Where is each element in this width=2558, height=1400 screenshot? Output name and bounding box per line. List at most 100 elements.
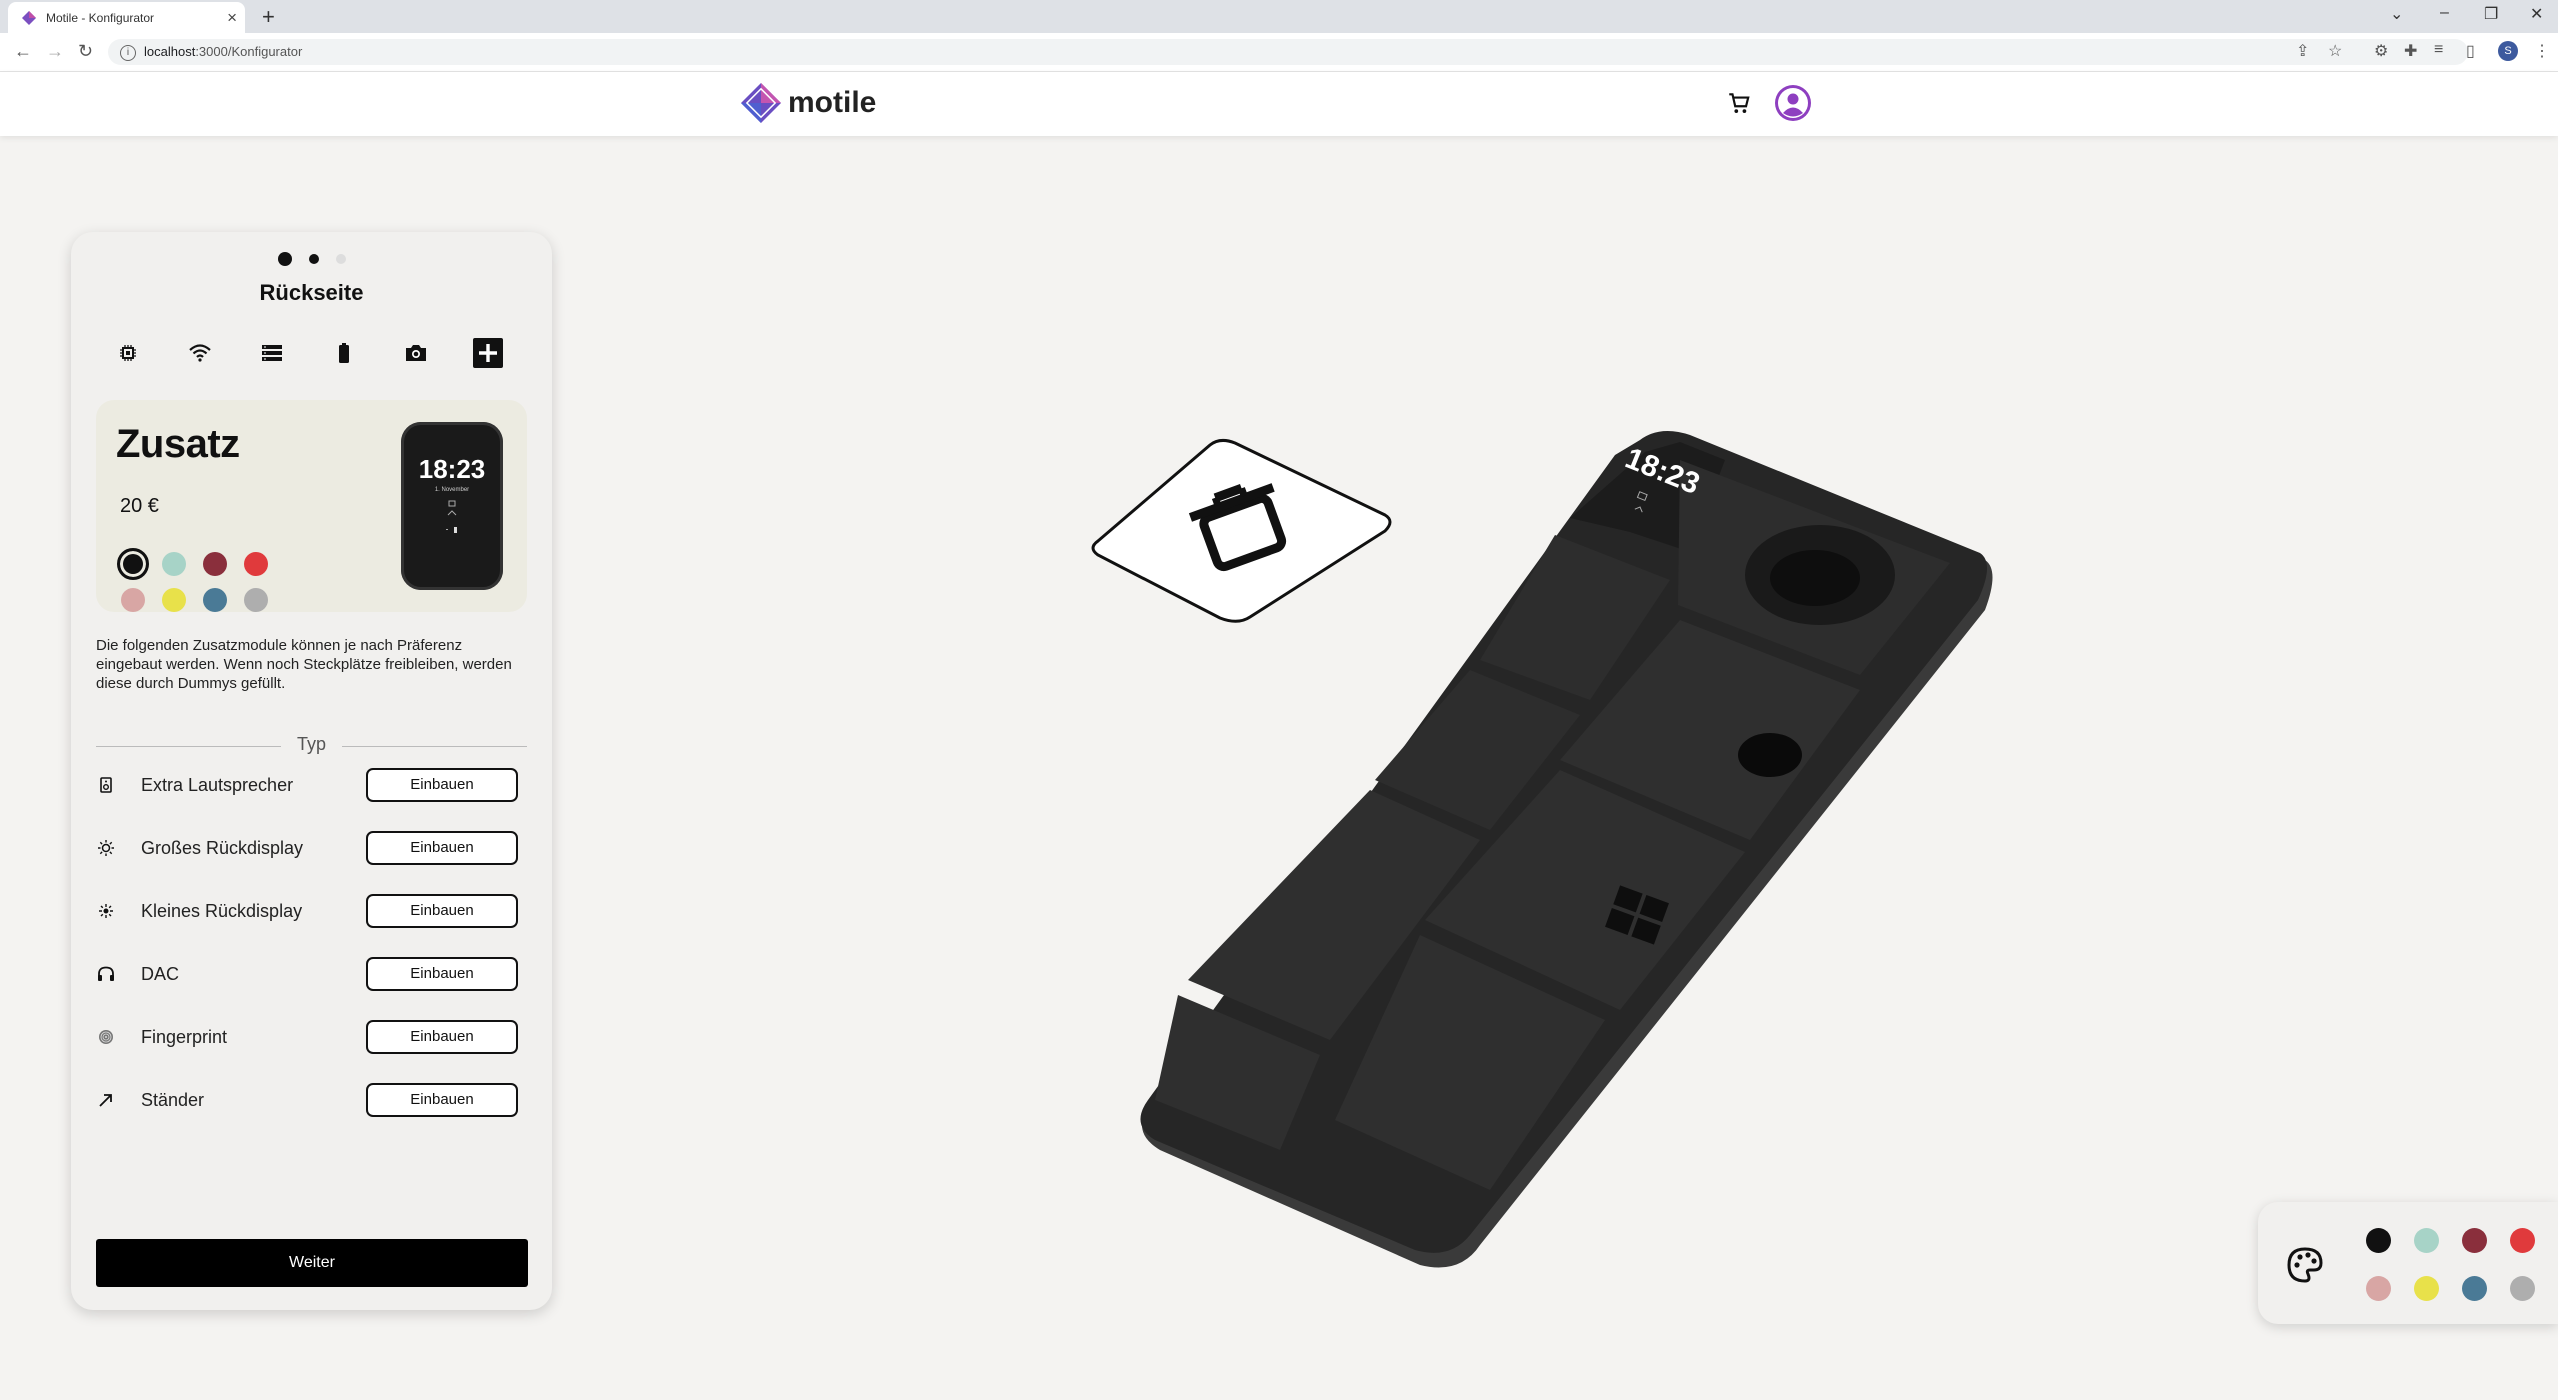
speaker-icon bbox=[96, 775, 116, 795]
category-tabs bbox=[111, 336, 551, 376]
product-name: Zusatz bbox=[116, 422, 240, 466]
share-icon[interactable]: ⇪ bbox=[2296, 41, 2309, 61]
brightness-icon bbox=[96, 838, 116, 858]
module-label: DAC bbox=[141, 964, 180, 984]
module-row-dac: DAC Einbauen bbox=[96, 954, 527, 994]
palette-swatch[interactable] bbox=[2366, 1228, 2391, 1253]
fingerprint-icon bbox=[96, 1027, 116, 1047]
color-swatch[interactable] bbox=[244, 552, 268, 576]
color-swatch[interactable] bbox=[162, 588, 186, 612]
side-panel-icon[interactable]: ▯ bbox=[2466, 41, 2475, 61]
headphones-icon bbox=[96, 964, 116, 984]
color-swatch[interactable] bbox=[117, 548, 149, 580]
palette-swatch[interactable] bbox=[2510, 1228, 2535, 1253]
color-swatch[interactable] bbox=[203, 588, 227, 612]
restore-icon[interactable]: ❐ bbox=[2484, 4, 2498, 24]
install-button[interactable]: Einbauen bbox=[366, 957, 518, 991]
product-price: 20 € bbox=[120, 495, 159, 517]
module-row-kleines-rueckdisplay: Kleines Rückdisplay Einbauen bbox=[96, 891, 527, 931]
profile-avatar[interactable]: S bbox=[2498, 41, 2518, 61]
reading-list-icon[interactable]: ≡ bbox=[2434, 41, 2443, 59]
user-avatar-icon[interactable] bbox=[1774, 84, 1812, 122]
back-icon[interactable]: ← bbox=[14, 41, 32, 62]
camera-icon[interactable] bbox=[399, 336, 433, 370]
browser-toolbar: ← → ↻ i localhost:3000/Konfigurator ⇪ ☆ ⚙… bbox=[0, 33, 2558, 72]
preview-date: 1. November bbox=[434, 487, 470, 493]
module-label: Fingerprint bbox=[141, 1027, 228, 1047]
minimize-icon[interactable]: – bbox=[2440, 4, 2449, 22]
bookmark-star-icon[interactable]: ☆ bbox=[2328, 41, 2342, 61]
palette-swatch[interactable] bbox=[2414, 1228, 2439, 1253]
forward-icon[interactable]: → bbox=[46, 41, 64, 62]
module-label: Kleines Rückdisplay bbox=[141, 901, 303, 921]
module-row-grosses-rueckdisplay: Großes Rückdisplay Einbauen bbox=[96, 828, 527, 868]
next-button[interactable]: Weiter bbox=[96, 1239, 528, 1287]
motile-logo-icon bbox=[741, 83, 781, 123]
step-indicator bbox=[71, 252, 552, 266]
tab-title: Motile - Konfigurator bbox=[46, 10, 155, 25]
module-label: Ständer bbox=[141, 1090, 205, 1110]
step-title: Rückseite bbox=[259, 280, 364, 305]
new-tab-button[interactable]: + bbox=[262, 4, 275, 30]
preview-widgets-icon bbox=[446, 500, 457, 533]
close-window-icon[interactable]: ✕ bbox=[2530, 4, 2543, 24]
palette-swatch[interactable] bbox=[2462, 1276, 2487, 1301]
install-button[interactable]: Einbauen bbox=[366, 831, 518, 865]
app-header: motile bbox=[0, 72, 2558, 136]
divider-line-right bbox=[342, 746, 527, 747]
browser-tab[interactable]: Motile - Konfigurator × bbox=[8, 2, 245, 33]
preview-time: 18:23 bbox=[418, 454, 486, 484]
logo[interactable]: motile bbox=[740, 82, 876, 124]
menu-kebab-icon[interactable]: ⋮ bbox=[2534, 41, 2550, 61]
install-button[interactable]: Einbauen bbox=[366, 1083, 518, 1117]
trash-dropzone[interactable] bbox=[1070, 437, 1392, 623]
install-button[interactable]: Einbauen bbox=[366, 768, 518, 802]
brightness-small-icon bbox=[96, 901, 116, 921]
palette-swatch[interactable] bbox=[2462, 1228, 2487, 1253]
section-label: Typ bbox=[296, 734, 326, 754]
motile-favicon-icon bbox=[22, 10, 36, 25]
step-dot-1[interactable] bbox=[277, 252, 292, 266]
palette-swatch[interactable] bbox=[2366, 1276, 2391, 1301]
install-button[interactable]: Einbauen bbox=[366, 894, 518, 928]
product-card: Zusatz 20 € 18:23 1. November bbox=[96, 400, 527, 612]
storage-icon[interactable] bbox=[255, 336, 289, 370]
color-swatch[interactable] bbox=[203, 552, 227, 576]
module-row-fingerprint: Fingerprint Einbauen bbox=[96, 1017, 527, 1057]
address-bar[interactable]: i localhost:3000/Konfigurator bbox=[108, 39, 2468, 65]
reload-icon[interactable]: ↻ bbox=[78, 41, 93, 62]
module-row-extra-lautsprecher: Extra Lautsprecher Einbauen bbox=[96, 765, 527, 805]
module-description: Die folgenden Zusatzmodule können je nac… bbox=[96, 637, 512, 692]
step-dot-2[interactable] bbox=[308, 254, 319, 264]
extension-icon[interactable]: ⚙ bbox=[2374, 41, 2388, 61]
close-tab-icon[interactable]: × bbox=[227, 8, 237, 28]
step-dot-3[interactable] bbox=[335, 254, 346, 264]
section-divider: Typ bbox=[96, 734, 527, 758]
battery-icon[interactable] bbox=[327, 336, 361, 370]
color-palette bbox=[2258, 1202, 2558, 1324]
palette-icon bbox=[2287, 1247, 2323, 1283]
url-host: localhost bbox=[144, 44, 196, 59]
cart-icon[interactable] bbox=[1726, 90, 1752, 116]
product-preview-image: 18:23 1. November bbox=[401, 422, 503, 590]
site-info-icon[interactable]: i bbox=[120, 44, 136, 61]
arrow-up-right-icon bbox=[96, 1090, 116, 1110]
url-path: :3000/Konfigurator bbox=[195, 44, 303, 59]
wifi-icon[interactable] bbox=[183, 336, 217, 370]
plus-icon[interactable] bbox=[471, 336, 505, 370]
module-row-staender: Ständer Einbauen bbox=[96, 1080, 527, 1120]
module-label: Extra Lautsprecher bbox=[141, 775, 294, 795]
tab-search-icon[interactable]: ⌄ bbox=[2390, 4, 2403, 24]
puzzle-icon[interactable]: ✚ bbox=[2404, 41, 2417, 61]
color-swatch[interactable] bbox=[121, 588, 145, 612]
browser-tab-bar: Motile - Konfigurator × + ⌄ – ❐ ✕ bbox=[0, 0, 2558, 33]
chip-icon[interactable] bbox=[111, 336, 145, 370]
color-swatch[interactable] bbox=[162, 552, 186, 576]
install-button[interactable]: Einbauen bbox=[366, 1020, 518, 1054]
palette-swatch[interactable] bbox=[2510, 1276, 2535, 1301]
color-swatch[interactable] bbox=[244, 588, 268, 612]
palette-swatch[interactable] bbox=[2414, 1276, 2439, 1301]
module-label: Großes Rückdisplay bbox=[141, 838, 304, 858]
logo-text: motile bbox=[788, 86, 877, 119]
phone-3d-viewer[interactable]: 18:23 bbox=[600, 140, 2500, 1340]
